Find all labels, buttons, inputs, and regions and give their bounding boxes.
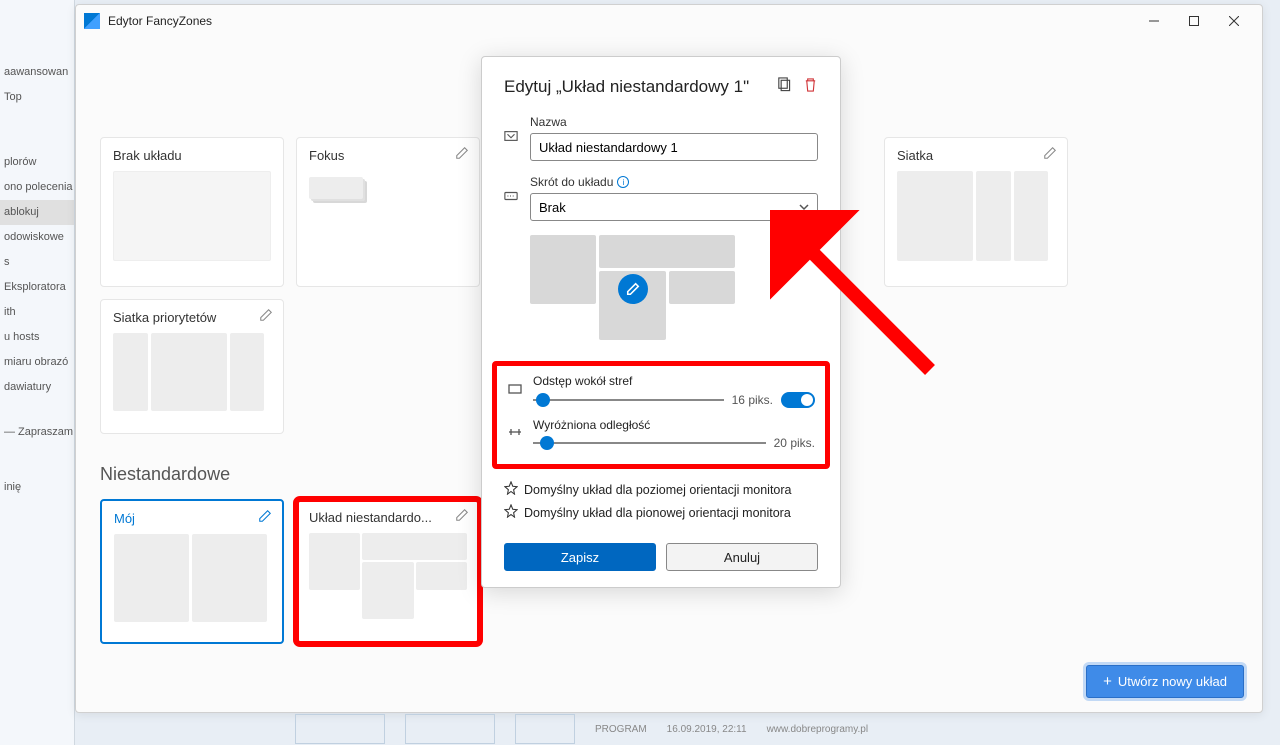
card-title: Układ niestandardo...	[309, 510, 467, 525]
layout-card-custom-1[interactable]: Układ niestandardo...	[296, 499, 480, 644]
dialog-title: Edytuj „Układ niestandardowy 1"	[504, 77, 749, 97]
star-icon	[504, 481, 518, 498]
layout-card-empty[interactable]: Brak układu	[100, 137, 284, 287]
spacing-slider[interactable]	[533, 399, 724, 401]
shortcut-icon	[504, 189, 520, 208]
shortcut-label: Skrót do układu i	[530, 175, 818, 189]
edit-icon[interactable]	[455, 146, 469, 165]
bg-left-sidebar: aawansowan Top plorów ono polecenia ablo…	[0, 0, 75, 745]
create-button-label: Utwórz nowy układ	[1118, 674, 1227, 689]
highlight-distance-label: Wyróżniona odległość	[533, 418, 815, 432]
edit-layout-dialog: Edytuj „Układ niestandardowy 1" Nazwa Sk…	[481, 56, 841, 588]
highlight-distance-icon	[507, 424, 523, 445]
bg-footer: PROGRAM 16.09.2019, 22:11 www.dobreprogr…	[75, 713, 1280, 745]
window-title: Edytor FancyZones	[108, 14, 1134, 28]
delete-icon[interactable]	[803, 77, 818, 97]
spacing-icon	[507, 381, 523, 402]
bg-item: ith	[0, 300, 74, 325]
shortcut-dropdown[interactable]: Brak	[530, 193, 818, 221]
bg-item: ablokuj	[0, 200, 74, 225]
name-label: Nazwa	[530, 115, 818, 129]
bg-item: dawiatury	[0, 375, 74, 400]
duplicate-icon[interactable]	[776, 77, 791, 97]
save-button[interactable]: Zapisz	[504, 543, 656, 571]
default-horizontal-button[interactable]: Domyślny układ dla poziomej orientacji m…	[504, 481, 818, 498]
cancel-button[interactable]: Anuluj	[666, 543, 818, 571]
spacing-label: Odstęp wokół stref	[533, 374, 815, 388]
name-input[interactable]	[530, 133, 818, 161]
bg-item: plorów	[0, 150, 74, 175]
star-icon	[504, 504, 518, 521]
card-title: Fokus	[309, 148, 467, 163]
edit-zones-button[interactable]	[618, 274, 648, 304]
bg-item: miaru obrazó	[0, 350, 74, 375]
card-title: Brak układu	[113, 148, 271, 163]
layout-card-grid[interactable]: Siatka	[884, 137, 1068, 287]
highlight-distance-value: 20 piks.	[774, 436, 815, 450]
bg-item: — Zapraszam	[0, 420, 74, 445]
name-icon	[504, 129, 520, 148]
app-icon	[84, 13, 100, 29]
bg-item: aawansowan	[0, 60, 74, 85]
layout-card-focus[interactable]: Fokus	[296, 137, 480, 287]
bg-item: s	[0, 250, 74, 275]
layout-preview	[530, 235, 735, 343]
spacing-toggle[interactable]	[781, 392, 815, 408]
layout-card-custom-my[interactable]: Mój	[100, 499, 284, 644]
titlebar: Edytor FancyZones	[76, 5, 1262, 37]
edit-icon[interactable]	[455, 508, 469, 527]
maximize-button[interactable]	[1174, 7, 1214, 35]
highlight-distance-slider[interactable]	[533, 442, 766, 444]
plus-icon: +	[1103, 673, 1112, 690]
edit-icon[interactable]	[258, 509, 272, 528]
bg-item: Top	[0, 85, 74, 110]
bg-item: inię	[0, 475, 74, 500]
edit-icon[interactable]	[259, 308, 273, 327]
bg-item: odowiskowe	[0, 225, 74, 250]
default-vertical-button[interactable]: Domyślny układ dla pionowej orientacji m…	[504, 504, 818, 521]
spacing-value: 16 piks.	[732, 393, 773, 407]
bg-item: u hosts	[0, 325, 74, 350]
info-icon[interactable]: i	[617, 176, 629, 188]
minimize-button[interactable]	[1134, 7, 1174, 35]
bg-item: ono polecenia	[0, 175, 74, 200]
close-button[interactable]	[1214, 7, 1254, 35]
card-title: Siatka	[897, 148, 1055, 163]
layout-card-priority-grid[interactable]: Siatka priorytetów	[100, 299, 284, 434]
annotation-highlight-box: Odstęp wokół stref 16 piks. Wyróżniona o…	[492, 361, 830, 469]
card-title: Mój	[114, 511, 270, 526]
card-title: Siatka priorytetów	[113, 310, 271, 325]
edit-icon[interactable]	[1043, 146, 1057, 165]
create-layout-button[interactable]: + Utwórz nowy układ	[1086, 665, 1244, 698]
bg-item: Eksploratora	[0, 275, 74, 300]
